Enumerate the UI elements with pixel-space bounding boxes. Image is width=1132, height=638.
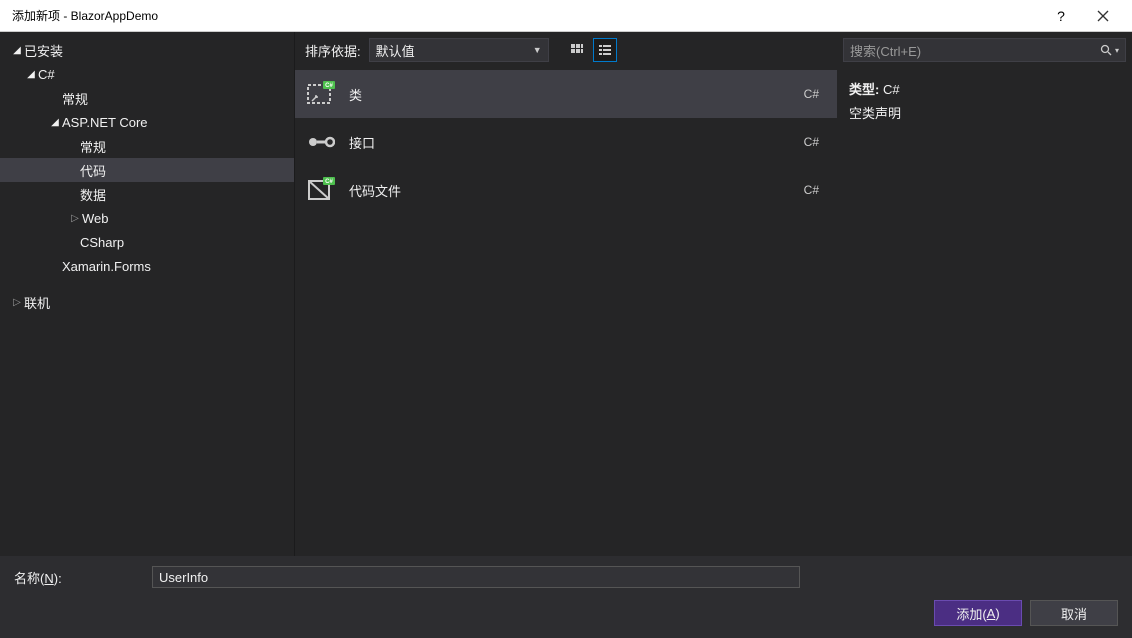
template-name: 接口 [349,133,804,152]
template-lang: C# [804,135,819,149]
tree-csharp2[interactable]: CSharp [0,230,294,254]
template-toolbar: 排序依据: 默认值 ▼ [295,32,837,68]
window-title: 添加新项 - BlazorAppDemo [12,7,1040,24]
tree-xamarin[interactable]: Xamarin.Forms [0,254,294,278]
tree-label: ASP.NET Core [62,115,148,130]
close-button[interactable] [1082,1,1124,31]
tree-web[interactable]: ▷ Web [0,206,294,230]
template-lang: C# [804,183,819,197]
tree-label: 数据 [80,185,106,204]
interface-icon [305,127,335,157]
template-description: 空类声明 [849,102,1120,126]
template-list: C# 类 C# 接口 C# [295,68,837,556]
tree-aspnet-data[interactable]: 数据 [0,182,294,206]
template-lang: C# [804,87,819,101]
expand-icon: ◢ [24,69,38,80]
collapse-icon: ▷ [10,297,24,308]
details-panel: 搜索(Ctrl+E) ▾ 类型: C# 空类声明 [837,32,1132,556]
tree-label: CSharp [80,235,124,250]
tree-label: Xamarin.Forms [62,259,151,274]
template-item-codefile[interactable]: C# 代码文件 C# [295,166,837,214]
search-placeholder: 搜索(Ctrl+E) [850,41,921,60]
template-item-class[interactable]: C# 类 C# [295,70,837,118]
tree-general[interactable]: 常规 [0,86,294,110]
template-details: 类型: C# 空类声明 [837,68,1132,136]
codefile-icon: C# [305,175,335,205]
template-name: 代码文件 [349,181,804,200]
tree-label: 已安装 [24,41,63,60]
template-panel: 排序依据: 默认值 ▼ [295,32,837,556]
search-icon: ▾ [1100,44,1119,57]
svg-text:C#: C# [325,83,333,89]
category-tree: ◢ 已安装 ◢ C# 常规 ◢ ASP.NET Core 常规 代码 数据 ▷ … [0,32,295,556]
expand-icon: ◢ [10,45,24,56]
chevron-down-icon: ▼ [533,45,542,55]
tree-online[interactable]: ▷ 联机 [0,290,294,314]
cancel-button[interactable]: 取消 [1030,600,1118,626]
sort-value: 默认值 [376,41,415,60]
name-label: 名称(N): [14,568,144,587]
sort-dropdown[interactable]: 默认值 ▼ [369,38,549,62]
class-icon: C# [305,79,335,109]
tree-aspnetcore[interactable]: ◢ ASP.NET Core [0,110,294,134]
type-value: C# [883,82,900,97]
close-icon [1097,10,1109,22]
view-list-button[interactable] [593,38,617,62]
main-area: ◢ 已安装 ◢ C# 常规 ◢ ASP.NET Core 常规 代码 数据 ▷ … [0,32,1132,556]
tree-label: 常规 [80,137,106,156]
tree-aspnet-general[interactable]: 常规 [0,134,294,158]
help-button[interactable]: ? [1040,8,1082,24]
bottom-bar: 名称(N): 添加(A) 取消 [0,556,1132,638]
collapse-icon: ▷ [68,213,82,224]
tree-aspnet-code[interactable]: 代码 [0,158,294,182]
list-icon [598,43,612,57]
grid-icon [570,43,584,57]
add-button[interactable]: 添加(A) [934,600,1022,626]
expand-icon: ◢ [48,117,62,128]
button-row: 添加(A) 取消 [0,600,1132,638]
view-mode-toggle [565,38,617,62]
tree-installed[interactable]: ◢ 已安装 [0,38,294,62]
name-row: 名称(N): [0,556,1132,600]
template-name: 类 [349,85,804,104]
tree-label: Web [82,211,109,226]
search-wrap: 搜索(Ctrl+E) ▾ [837,32,1132,68]
type-label: 类型: [849,82,879,97]
sort-label: 排序依据: [305,41,361,60]
search-input[interactable]: 搜索(Ctrl+E) ▾ [843,38,1126,62]
template-item-interface[interactable]: 接口 C# [295,118,837,166]
tree-label: 联机 [24,293,50,312]
tree-csharp[interactable]: ◢ C# [0,62,294,86]
tree-label: 代码 [80,161,106,180]
svg-text:C#: C# [325,179,333,185]
view-grid-button[interactable] [565,38,589,62]
tree-label: 常规 [62,89,88,108]
titlebar: 添加新项 - BlazorAppDemo ? [0,0,1132,32]
name-input[interactable] [152,566,800,588]
tree-label: C# [38,67,55,82]
